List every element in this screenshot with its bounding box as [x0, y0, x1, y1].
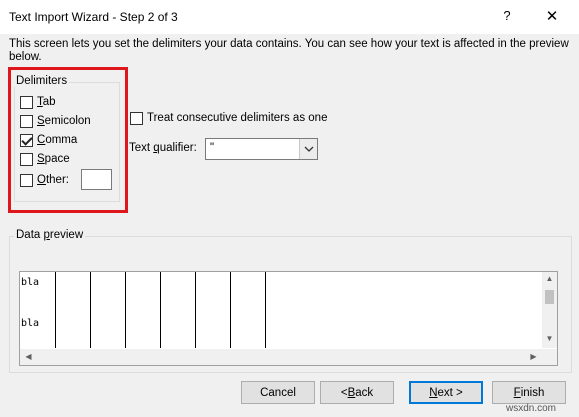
- finish-button[interactable]: Finish: [492, 381, 566, 404]
- column-separator: [230, 272, 231, 348]
- cancel-button[interactable]: Cancel: [241, 381, 315, 404]
- back-button[interactable]: < Back: [320, 381, 394, 404]
- scroll-thumb[interactable]: [545, 290, 554, 304]
- vertical-scrollbar[interactable]: ▲ ▼: [542, 272, 557, 348]
- text-import-wizard-dialog: Text Import Wizard - Step 2 of 3 ? ✕ Thi…: [0, 0, 579, 417]
- column-separator: [55, 272, 56, 348]
- preview-cell: bla: [21, 277, 40, 288]
- scroll-down-icon[interactable]: ▼: [542, 334, 557, 343]
- help-icon[interactable]: ?: [498, 8, 516, 23]
- close-icon[interactable]: ✕: [543, 7, 561, 25]
- highlight-box: [8, 67, 128, 213]
- text-qualifier-value: ": [210, 142, 215, 154]
- horizontal-scrollbar[interactable]: ◀ ▶: [20, 349, 557, 365]
- chevron-down-icon[interactable]: [299, 139, 317, 159]
- text-qualifier-label: Text qualifier:: [129, 142, 197, 154]
- scroll-right-icon[interactable]: ▶: [526, 352, 541, 361]
- next-button[interactable]: Next >: [409, 381, 483, 404]
- scroll-up-icon[interactable]: ▲: [542, 274, 557, 283]
- consecutive-delimiters-checkbox[interactable]: Treat consecutive delimiters as one: [130, 110, 327, 126]
- data-preview-legend: Data preview: [14, 229, 86, 241]
- window-title: Text Import Wizard - Step 2 of 3: [9, 10, 178, 24]
- consecutive-label: Treat consecutive delimiters as one: [147, 112, 328, 124]
- column-separator: [160, 272, 161, 348]
- column-separator: [265, 272, 266, 348]
- data-preview-grid[interactable]: bla bla ▲ ▼ ◀ ▶: [19, 271, 558, 366]
- scroll-left-icon[interactable]: ◀: [21, 352, 36, 361]
- intro-text: This screen lets you set the delimiters …: [9, 38, 569, 63]
- text-qualifier-select[interactable]: ": [205, 138, 318, 160]
- column-separator: [125, 272, 126, 348]
- title-bar: Text Import Wizard - Step 2 of 3 ? ✕: [0, 0, 579, 34]
- consecutive-checkbox-box[interactable]: [130, 111, 143, 125]
- watermark: wsxdn.com: [506, 403, 557, 414]
- preview-cell: bla: [21, 318, 40, 329]
- column-separator: [90, 272, 91, 348]
- column-separator: [195, 272, 196, 348]
